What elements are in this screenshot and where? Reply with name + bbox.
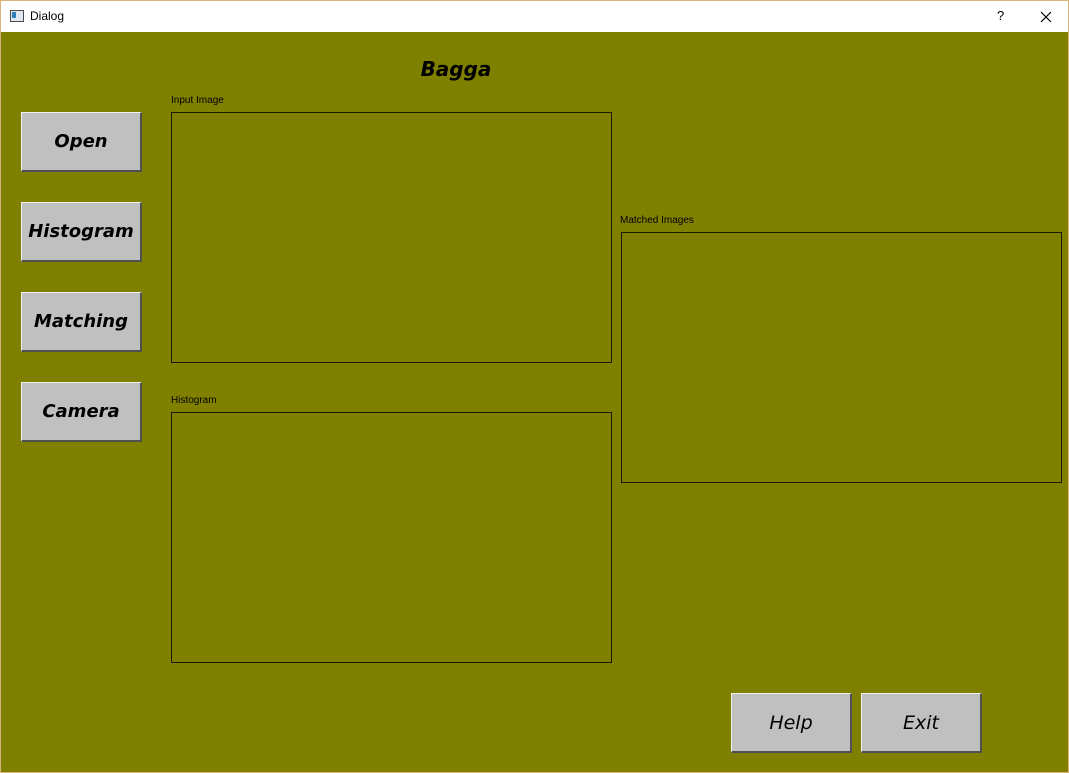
close-icon[interactable] [1037,8,1055,26]
window-title: Dialog [30,9,65,23]
dialog-window: Dialog ? Bagga Open Histogram Matching C… [0,0,1069,773]
histogram-panel-label: Histogram [171,395,217,406]
input-image-panel [171,112,612,363]
app-window-icon [10,10,24,22]
histogram-panel [171,412,612,663]
matched-images-panel [621,232,1062,483]
camera-button[interactable]: Camera [21,382,142,442]
title-bar[interactable]: Dialog ? [1,1,1068,32]
input-image-label: Input Image [171,95,224,106]
exit-button[interactable]: Exit [861,693,982,753]
help-question-icon[interactable]: ? [997,8,1004,23]
page-title: Bagga [420,57,492,81]
histogram-button[interactable]: Histogram [21,202,142,262]
matched-images-label: Matched Images [620,215,694,226]
help-button[interactable]: Help [731,693,852,753]
matching-button[interactable]: Matching [21,292,142,352]
open-button[interactable]: Open [21,112,142,172]
